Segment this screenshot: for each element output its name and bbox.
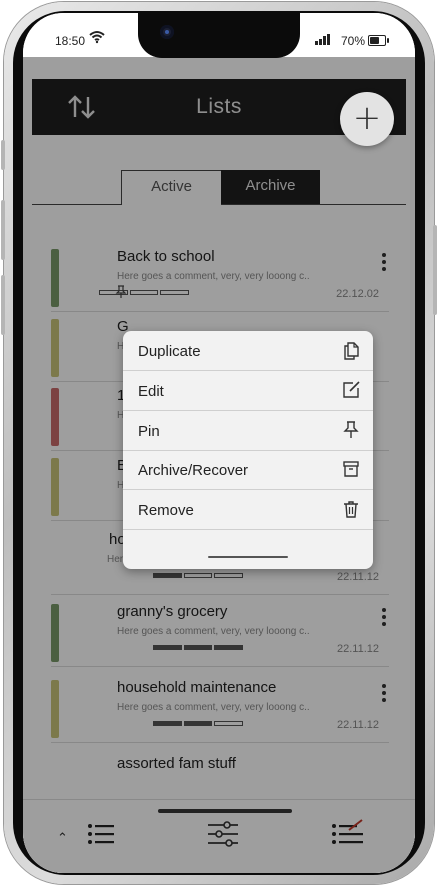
duplicate-icon — [341, 340, 361, 360]
pin-icon — [341, 420, 361, 440]
menu-item-label: Pin — [138, 422, 160, 440]
plus-icon: + — [352, 98, 382, 138]
menu-item-label: Remove — [138, 502, 194, 520]
menu-item-edit[interactable]: Edit — [123, 371, 373, 411]
volume-up-button — [1, 200, 5, 260]
menu-item-label: Archive/Recover — [138, 462, 249, 480]
add-list-button[interactable]: + — [340, 92, 394, 146]
trash-icon — [341, 499, 361, 519]
battery-icon — [368, 35, 389, 46]
menu-item-duplicate[interactable]: Duplicate — [123, 331, 373, 371]
mute-switch — [1, 140, 5, 170]
edit-icon — [341, 380, 361, 400]
battery-percentage: 70% — [341, 34, 366, 48]
archive-icon — [341, 459, 361, 479]
wifi-icon — [89, 31, 105, 44]
cell-signal-icon — [315, 34, 330, 45]
power-button — [433, 225, 437, 315]
home-indicator[interactable] — [158, 809, 292, 813]
volume-down-button — [1, 275, 5, 335]
sheet-handle[interactable] — [208, 556, 288, 558]
menu-item-label: Duplicate — [138, 343, 201, 360]
screen: 18:50 70% Lists + Active Archive Back to… — [23, 13, 415, 873]
menu-item-label: Edit — [138, 382, 164, 400]
context-menu: Duplicate Edit Pin Archive/Recover Remove — [123, 331, 373, 569]
front-camera — [160, 25, 174, 39]
menu-item-archive-recover[interactable]: Archive/Recover — [123, 450, 373, 491]
camera-notch — [138, 13, 300, 58]
menu-item-pin[interactable]: Pin — [123, 411, 373, 451]
status-time: 18:50 — [55, 34, 86, 48]
menu-item-remove[interactable]: Remove — [123, 490, 373, 531]
